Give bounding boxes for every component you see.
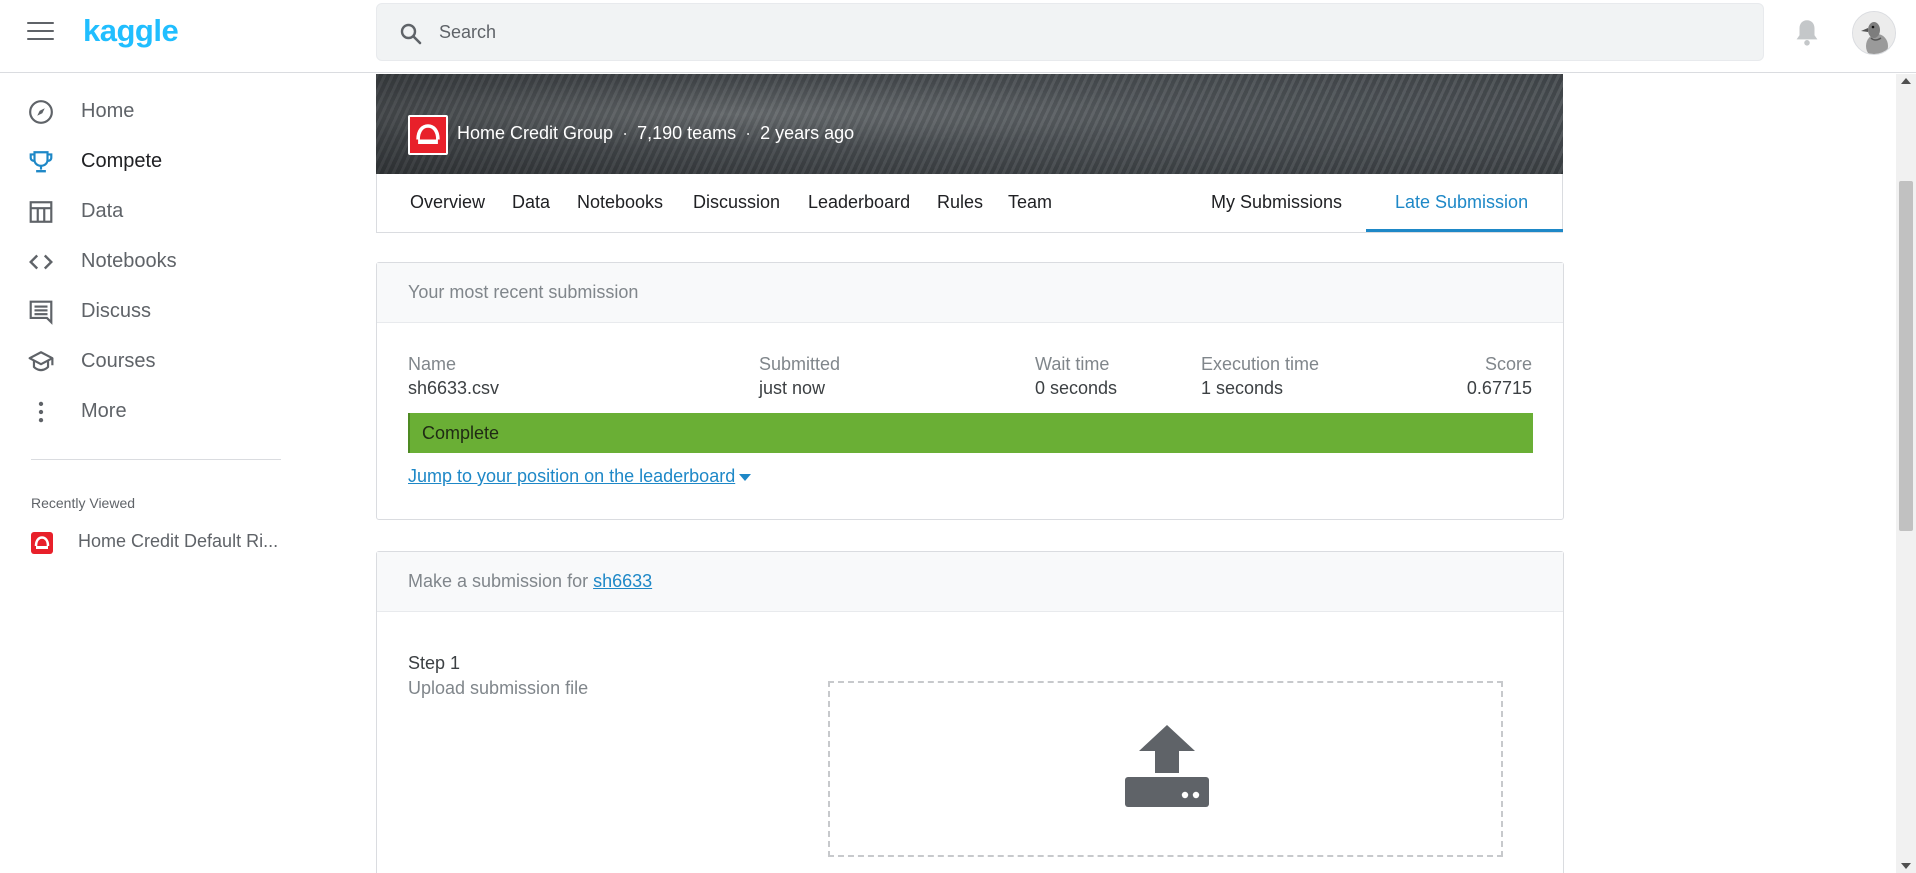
recent-submission-card: Your most recent submission Name sh6633.… — [376, 262, 1564, 520]
sidebar-item-notebooks[interactable]: Notebooks — [0, 239, 300, 283]
tab-overview[interactable]: Overview — [410, 192, 485, 213]
sidebar-item-label: More — [81, 400, 127, 422]
wait-time-column: Wait time 0 seconds — [1035, 354, 1117, 399]
make-submission-card: Make a submission for sh6633 Step 1 Uplo… — [376, 551, 1564, 873]
home-credit-logo-icon — [31, 532, 53, 554]
sidebar-item-compete[interactable]: Compete — [0, 139, 300, 183]
column-label: Execution time — [1201, 354, 1320, 374]
competition-tabs: Overview Data Notebooks Discussion Leade… — [376, 174, 1563, 233]
scroll-up-arrow-icon[interactable] — [1901, 78, 1911, 84]
sidebar-item-data[interactable]: Data — [0, 189, 300, 233]
score-value: 0.67715 — [1466, 378, 1532, 398]
column-label: Score — [1484, 354, 1532, 374]
tab-my-submissions[interactable]: My Submissions — [1211, 192, 1342, 213]
competition-meta: Home Credit Group · 7,190 teams · 2 years ag… — [457, 123, 855, 143]
column-label: Wait time — [1035, 354, 1110, 374]
status-badge: Complete — [408, 413, 1533, 453]
kaggle-logo[interactable]: kaggle — [83, 13, 179, 49]
sidebar-item-label: Notebooks — [81, 250, 177, 272]
recent-item[interactable]: Home Credit Default Ri... — [0, 524, 300, 558]
sidebar-item-label: Home — [81, 100, 135, 122]
tab-notebooks[interactable]: Notebooks — [577, 192, 663, 213]
competition-banner: Home Credit Group · 7,190 teams · 2 years ag… — [376, 74, 1563, 174]
compass-icon — [29, 100, 53, 124]
user-link[interactable]: sh6633 — [593, 571, 652, 591]
execution-time-value: 1 seconds — [1201, 378, 1284, 398]
sidebar: Home Compete Data Notebooks Discuss Cour… — [0, 74, 300, 873]
sidebar-item-more[interactable]: More — [0, 389, 300, 433]
card-header: Your most recent submission — [377, 263, 1563, 323]
step-title: Step 1 — [408, 653, 461, 673]
team-count: 7,190 teams — [637, 123, 737, 143]
tab-late-submission[interactable]: Late Submission — [1395, 192, 1528, 213]
active-tab-indicator — [1366, 229, 1563, 232]
code-icon — [29, 254, 53, 270]
search-input[interactable] — [439, 4, 1739, 60]
jump-link-text: Jump to your position on the leaderboard — [408, 466, 736, 486]
submitted-value: just now — [759, 378, 826, 398]
recently-viewed-heading: Recently Viewed — [31, 495, 136, 511]
card-title-prefix: Make a submission for — [408, 571, 594, 591]
top-bar: kaggle — [0, 0, 1916, 73]
tab-leaderboard[interactable]: Leaderboard — [808, 192, 910, 213]
wait-time-value: 0 seconds — [1035, 378, 1118, 398]
avatar-bird-icon — [1853, 12, 1895, 54]
submitted-column: Submitted just now — [759, 354, 840, 399]
tab-team[interactable]: Team — [1008, 192, 1052, 213]
sidebar-item-discuss[interactable]: Discuss — [0, 289, 300, 333]
step-subtitle: Upload submission file — [408, 678, 589, 698]
submission-file-name: sh6633.csv — [408, 378, 500, 398]
sidebar-item-courses[interactable]: Courses — [0, 339, 300, 383]
upload-icon — [1125, 725, 1209, 807]
execution-time-column: Execution time 1 seconds — [1201, 354, 1319, 399]
score-column: Score 0.67715 — [1467, 354, 1532, 399]
competition-age: 2 years ago — [760, 123, 855, 143]
notifications-bell-icon[interactable] — [1793, 18, 1821, 48]
jump-to-leaderboard-link[interactable]: Jump to your position on the leaderboard — [408, 466, 752, 487]
caret-down-icon — [739, 473, 752, 481]
card-title: Make a submission for sh6633 — [408, 571, 652, 592]
comment-icon — [29, 300, 53, 325]
card-header: Make a submission for sh6633 — [377, 552, 1563, 612]
table-icon — [29, 201, 53, 223]
column-label: Submitted — [759, 354, 841, 374]
status-text: Complete — [422, 423, 500, 443]
column-label: Name — [408, 354, 457, 374]
tab-rules[interactable]: Rules — [937, 192, 983, 213]
search-bar[interactable] — [376, 3, 1764, 61]
search-icon — [400, 23, 422, 45]
user-avatar[interactable] — [1852, 11, 1896, 55]
host-name[interactable]: Home Credit Group — [457, 123, 613, 143]
school-icon — [28, 351, 54, 372]
file-dropzone[interactable] — [828, 681, 1503, 857]
host-logo-icon[interactable] — [408, 115, 448, 155]
menu-icon[interactable] — [27, 22, 54, 42]
trophy-icon — [29, 151, 53, 173]
sidebar-divider — [31, 459, 281, 460]
more-vert-icon — [38, 401, 44, 423]
sidebar-item-label: Courses — [81, 350, 156, 372]
sidebar-item-label: Compete — [81, 150, 163, 172]
recent-item-label: Home Credit Default Ri... — [78, 531, 279, 551]
tab-discussion[interactable]: Discussion — [693, 192, 780, 213]
scroll-down-arrow-icon[interactable] — [1901, 863, 1911, 869]
submission-name-column: Name sh6633.csv — [408, 354, 499, 399]
scrollbar-thumb[interactable] — [1899, 181, 1913, 531]
sidebar-item-label: Data — [81, 200, 124, 222]
card-title: Your most recent submission — [408, 282, 639, 302]
tab-data[interactable]: Data — [512, 192, 550, 213]
sidebar-item-home[interactable]: Home — [0, 89, 300, 133]
sidebar-item-label: Discuss — [81, 300, 152, 322]
page-scrollbar[interactable] — [1896, 74, 1916, 873]
